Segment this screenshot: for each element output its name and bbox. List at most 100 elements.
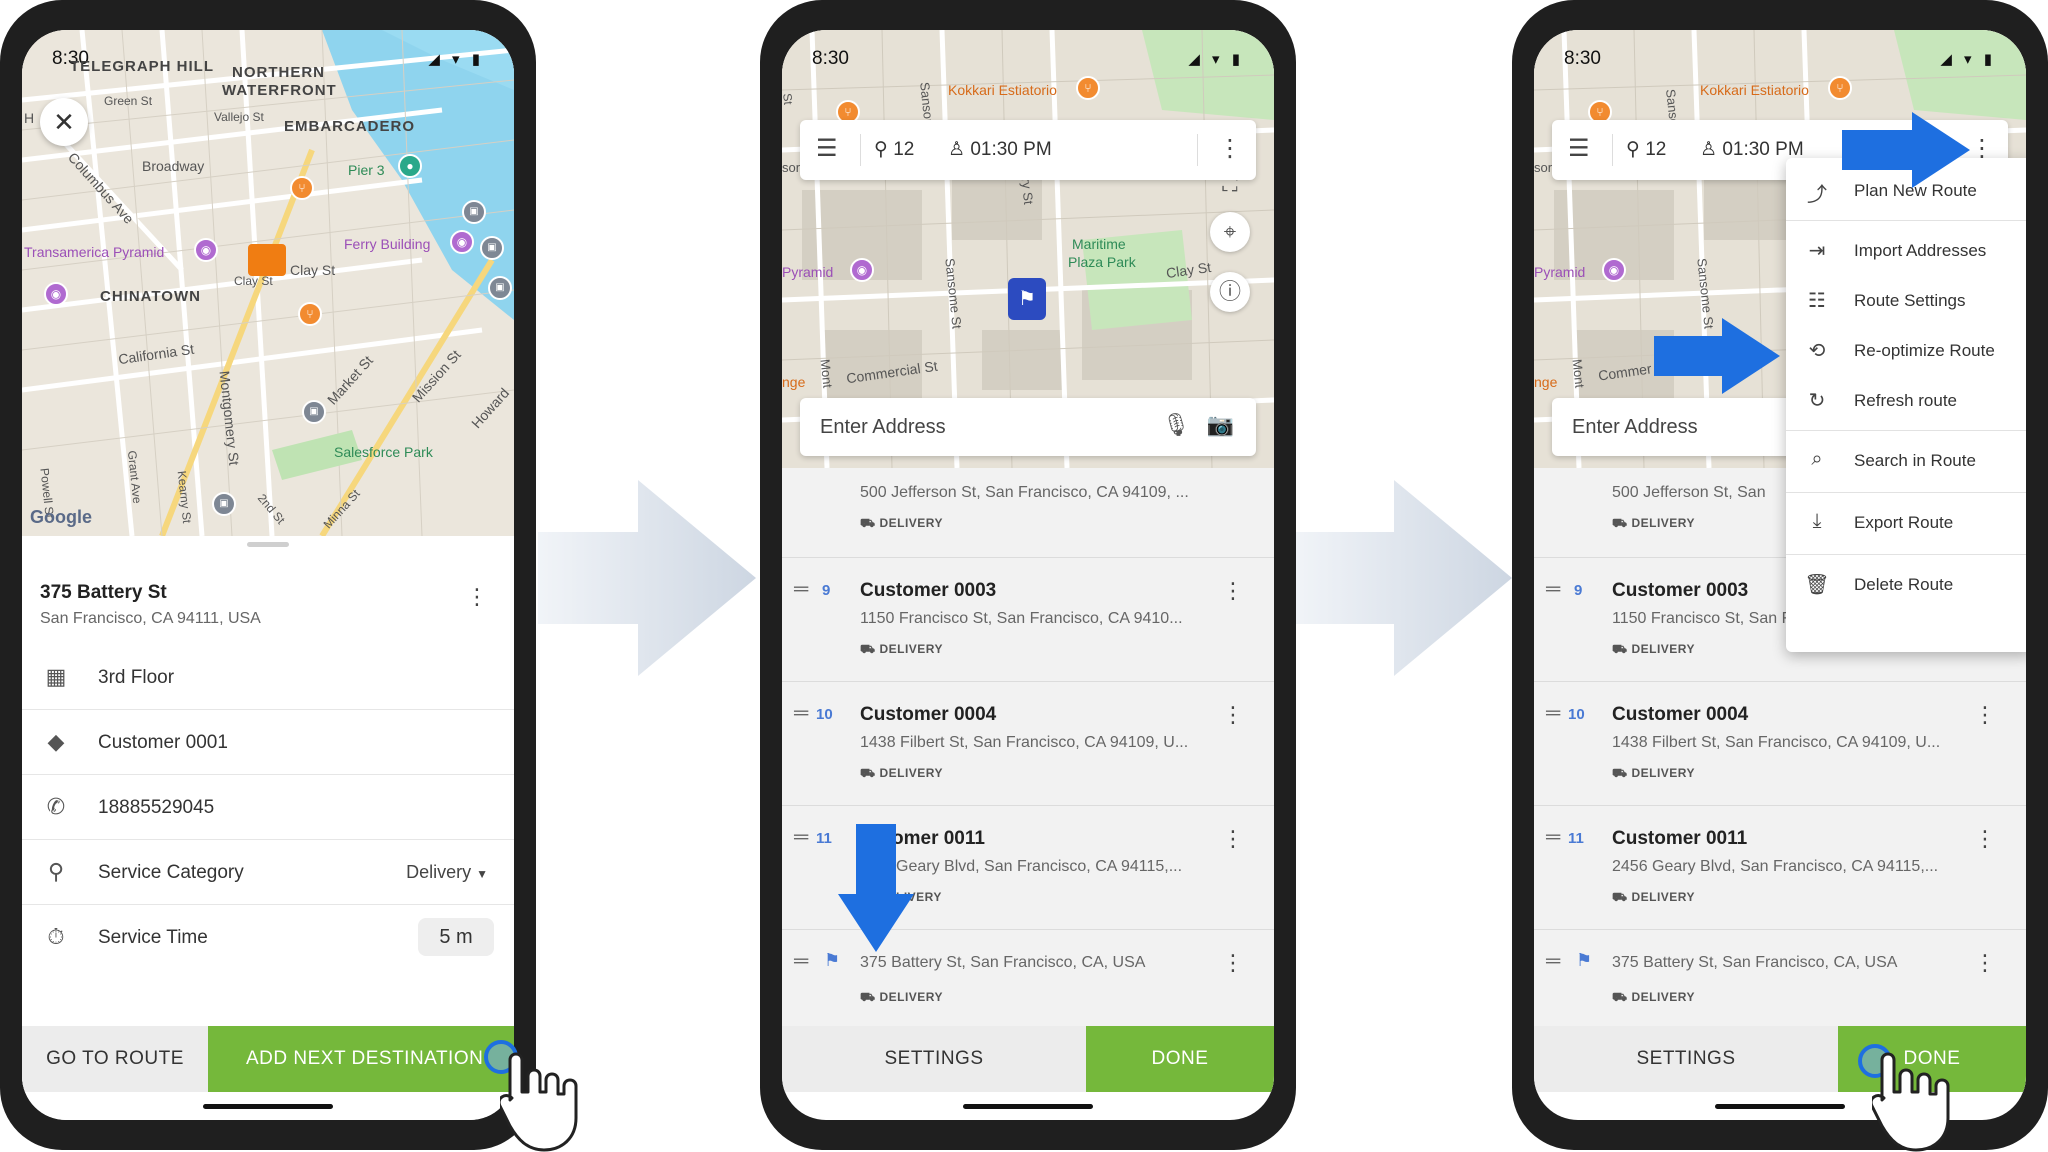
service-time-row[interactable]: ⏱ Service Time 5 m: [22, 906, 514, 970]
stop-options-icon[interactable]: ⋮: [1222, 828, 1244, 850]
route-flag-marker[interactable]: ⚑: [1008, 278, 1046, 320]
route-end-time-value: 01:30 PM: [970, 139, 1052, 160]
location-pin-icon: ⚲: [47, 859, 65, 884]
address-search-input[interactable]: [820, 411, 1120, 443]
stop-count-value: 12: [893, 139, 915, 160]
destination-marker[interactable]: [248, 244, 286, 276]
more-options-icon[interactable]: ⋮: [466, 586, 488, 608]
delivery-tag-text: DELIVERY: [1631, 990, 1696, 1004]
camera-icon[interactable]: 📷: [1207, 412, 1234, 438]
service-category-dropdown[interactable]: Delivery ▼: [406, 862, 488, 883]
more-options-icon[interactable]: ⋮: [1218, 134, 1242, 163]
drag-handle-icon[interactable]: ═: [1546, 950, 1560, 973]
menu-item-label: Search in Route: [1854, 451, 1976, 470]
stop-number: 11: [1568, 830, 1584, 847]
stop-options-icon[interactable]: ⋮: [1974, 952, 1996, 974]
menu-item-label: Re-optimize Route: [1854, 341, 1995, 360]
stop-number: 9: [822, 582, 831, 599]
done-button[interactable]: DONE: [1086, 1026, 1274, 1092]
map-label: Pyramid: [1534, 264, 1586, 280]
pin-icon: ⚲: [874, 139, 888, 160]
delivery-tag: ⛟ DELIVERY: [1612, 516, 1695, 532]
drag-handle-icon[interactable]: ═: [794, 950, 808, 973]
route-end-time-value: 01:30 PM: [1722, 139, 1804, 160]
floor-row[interactable]: ▦ 3rd Floor: [22, 646, 514, 710]
menu-item-route-settings[interactable]: ☷ Route Settings: [1786, 276, 2026, 326]
menu-item-label: Delete Route: [1854, 575, 1954, 594]
service-time-label: Service Time: [98, 927, 208, 948]
go-to-route-button[interactable]: GO TO ROUTE: [22, 1026, 208, 1092]
delivery-tag: ⛟ DELIVERY: [1612, 766, 1695, 782]
drag-handle-icon[interactable]: ═: [1546, 826, 1560, 849]
menu-icon[interactable]: ☰: [1568, 134, 1590, 163]
close-button[interactable]: ✕: [40, 98, 88, 146]
transit-pin: ▣: [212, 492, 236, 516]
stop-options-icon[interactable]: ⋮: [1222, 952, 1244, 974]
home-indicator: [203, 1104, 333, 1109]
sheet-handle[interactable]: [247, 542, 289, 547]
map-label: Clay St: [234, 274, 273, 288]
settings-button[interactable]: SETTINGS: [782, 1026, 1086, 1092]
truck-icon: ⛟: [860, 642, 876, 656]
route-end-time: ♙ 01:30 PM: [1700, 138, 1804, 161]
service-category-label: Service Category: [98, 862, 244, 883]
restaurant-pin: ⑂: [298, 302, 322, 326]
transit-pin: ▣: [302, 400, 326, 424]
service-time-input[interactable]: 5 m: [418, 918, 494, 956]
timer-icon: ⏱: [47, 924, 65, 949]
info-button[interactable]: ⓘ: [1210, 272, 1250, 312]
map-label: NORTHERN: [232, 64, 325, 81]
menu-icon[interactable]: ☰: [816, 134, 838, 163]
landmark-pin: ◉: [194, 238, 218, 262]
stop-options-icon[interactable]: ⋮: [1222, 704, 1244, 726]
drag-handle-icon[interactable]: ═: [1546, 578, 1560, 601]
map-label: Clay St: [290, 262, 336, 278]
delivery-tag: ⛟ DELIVERY: [1612, 642, 1695, 658]
menu-item-delete-route[interactable]: 🗑 Delete Route: [1786, 560, 2026, 610]
menu-item-search-in-route[interactable]: ⌕ Search in Route: [1786, 436, 2026, 486]
list-item[interactable]: ═ 9 Customer 0003 1150 Francisco St, San…: [782, 558, 1274, 682]
list-item[interactable]: ═ 10 Customer 0004 1438 Filbert St, San …: [782, 682, 1274, 806]
truck-icon: ⛟: [860, 990, 876, 1004]
stop-options-icon[interactable]: ⋮: [1222, 580, 1244, 602]
map-label: Kokkari Estiatorio: [948, 82, 1057, 98]
map-label: sor: [782, 160, 801, 175]
list-item[interactable]: 500 Jefferson St, San Francisco, CA 9410…: [782, 468, 1274, 558]
info-icon: ⓘ: [1218, 279, 1241, 304]
phone-row[interactable]: ✆ 18885529045: [22, 776, 514, 840]
microphone-icon[interactable]: 🎙: [1162, 412, 1190, 438]
route-top-bar: ☰ ⚲ 12 ♙ 01:30 PM ⋮: [800, 120, 1256, 180]
stop-options-icon[interactable]: ⋮: [1974, 704, 1996, 726]
map-view[interactable]: 8:30 ◢ ▾ ▮ TELEGRAPH HILL NORTHERN WATER…: [22, 30, 514, 536]
stop-address: 375 Battery St, San Francisco, CA, USA: [860, 954, 1146, 971]
drag-handle-icon[interactable]: ═: [1546, 702, 1560, 725]
menu-item-label: Import Addresses: [1854, 241, 1987, 260]
drag-handle-icon[interactable]: ═: [794, 578, 808, 601]
map-label: Salesforce Park: [334, 444, 433, 460]
locate-button[interactable]: ⌖: [1210, 212, 1250, 252]
add-next-destination-button[interactable]: ADD NEXT DESTINATION: [208, 1026, 514, 1092]
list-item[interactable]: ═ 10 Customer 0004 1438 Filbert St, San …: [1534, 682, 2026, 806]
menu-item-refresh-route[interactable]: ↻ Refresh route: [1786, 376, 2026, 426]
menu-item-export-route[interactable]: ⤓ Export Route: [1786, 498, 2026, 548]
delivery-tag-text: DELIVERY: [1631, 766, 1696, 780]
bottom-action-bar: GO TO ROUTE ADD NEXT DESTINATION: [22, 1026, 514, 1092]
settings-button[interactable]: SETTINGS: [1534, 1026, 1838, 1092]
map-label: Kokkari Estiatorio: [1700, 82, 1809, 98]
list-item[interactable]: ═ ⚑ 375 Battery St, San Francisco, CA, U…: [1534, 930, 2026, 1026]
customer-row[interactable]: ◆ Customer 0001: [22, 711, 514, 775]
menu-item-import-addresses[interactable]: ⇥ Import Addresses: [1786, 226, 2026, 276]
restaurant-pin: ⑂: [1076, 76, 1100, 100]
map-label: Mont: [1569, 358, 1588, 389]
truck-icon: ⛟: [860, 766, 876, 780]
truck-icon: ⛟: [1612, 516, 1628, 530]
stop-options-icon[interactable]: ⋮: [1974, 828, 1996, 850]
menu-item-reoptimize-route[interactable]: ⟲ Re-optimize Route: [1786, 326, 2026, 376]
address-title: 375 Battery St: [40, 582, 167, 603]
drag-handle-icon[interactable]: ═: [794, 702, 808, 725]
delivery-tag: ⛟ DELIVERY: [860, 990, 943, 1006]
list-item[interactable]: ═ 11 Customer 0011 2456 Geary Blvd, San …: [1534, 806, 2026, 930]
menu-divider: [1786, 220, 2026, 221]
drag-handle-icon[interactable]: ═: [794, 826, 808, 849]
service-category-row[interactable]: ⚲ Service Category Delivery ▼: [22, 841, 514, 905]
